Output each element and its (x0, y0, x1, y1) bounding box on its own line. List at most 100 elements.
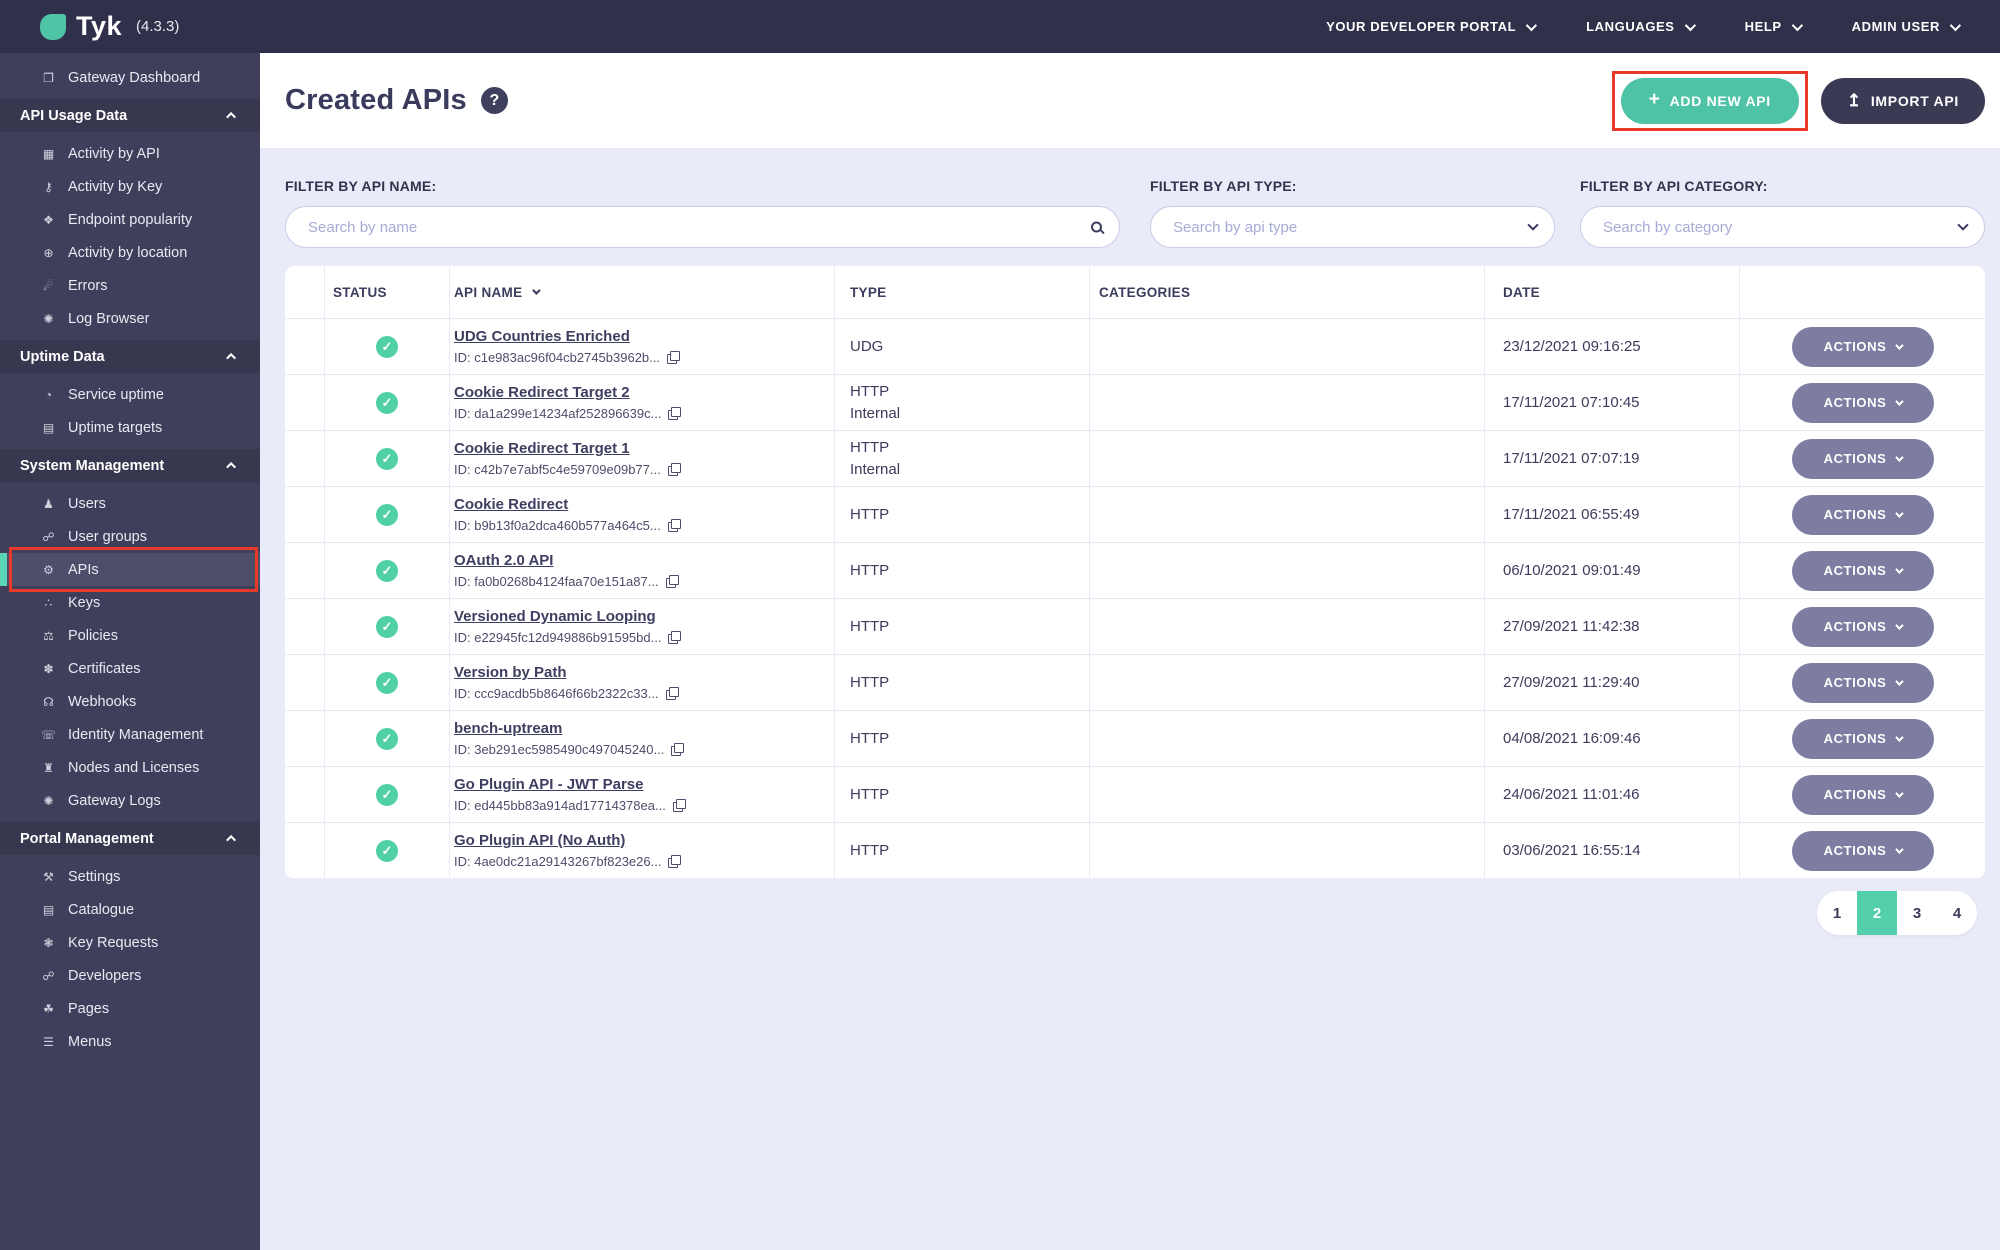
copy-icon[interactable] (671, 743, 685, 756)
api-id-text: ID: 3eb291ec5985490c497045240... (454, 742, 665, 757)
sidebar-item-errors[interactable]: ☄ Errors (0, 269, 260, 302)
actions-button[interactable]: ACTIONS (1791, 774, 1934, 815)
table-row: ✓ UDG Countries Enriched ID: c1e983ac96f… (285, 318, 1985, 374)
api-categories-cell (1090, 543, 1485, 598)
nav-developer-portal[interactable]: YOUR DEVELOPER PORTAL (1326, 19, 1538, 34)
status-active-icon: ✓ (376, 839, 398, 862)
sidebar-item-gateway-dashboard[interactable]: ❒ Gateway Dashboard (0, 61, 260, 94)
sidebar-item-activity-by-location[interactable]: ⊕ Activity by location (0, 236, 260, 269)
import-api-button[interactable]: ↥ IMPORT API (1820, 77, 1985, 124)
api-name-link[interactable]: Versioned Dynamic Looping (454, 608, 656, 625)
sidebar-item-apis[interactable]: ⚙ APIs (0, 547, 260, 592)
api-date-cell: 03/06/2021 16:55:14 (1485, 823, 1740, 878)
sidebar-item-policies[interactable]: ⚖ Policies (0, 619, 260, 652)
bell-icon: ☊ (43, 694, 54, 709)
chart-icon: ▦ (42, 146, 55, 161)
tyk-logo-icon (40, 13, 66, 40)
sidebar-item-keys[interactable]: ∴ Keys (0, 586, 260, 619)
actions-button[interactable]: ACTIONS (1791, 662, 1934, 703)
api-category-select[interactable] (1580, 206, 1985, 248)
sidebar-item-pages[interactable]: ☘ Pages (0, 992, 260, 1025)
copy-icon[interactable] (667, 463, 681, 476)
sidebar-item-key-requests[interactable]: ❃ Key Requests (0, 926, 260, 959)
sidebar-item-identity-management[interactable]: ☏ Identity Management (0, 718, 260, 751)
sidebar-item-webhooks[interactable]: ☊ Webhooks (0, 685, 260, 718)
column-header-type: TYPE (835, 266, 1090, 318)
copy-icon[interactable] (665, 687, 679, 700)
help-icon[interactable]: ? (480, 87, 508, 114)
sidebar-item-service-uptime[interactable]: ◔ Service uptime (0, 378, 260, 411)
sidebar-item-uptime-targets[interactable]: ▤ Uptime targets (0, 411, 260, 444)
copy-icon[interactable] (665, 575, 679, 588)
actions-button[interactable]: ACTIONS (1791, 830, 1934, 871)
sidebar-section-system-management[interactable]: System Management (0, 449, 260, 482)
api-name-link[interactable]: Version by Path (454, 664, 567, 681)
sidebar-item-settings[interactable]: ⚒ Settings (0, 860, 260, 893)
api-name-link[interactable]: bench-uptream (454, 720, 562, 737)
copy-icon[interactable] (672, 799, 686, 812)
api-name-link[interactable]: Cookie Redirect Target 1 (454, 440, 630, 457)
sidebar-item-users[interactable]: ♟ Users (0, 487, 260, 520)
column-header-api-name[interactable]: API NAME (450, 266, 835, 318)
api-date-cell: 27/09/2021 11:42:38 (1485, 599, 1740, 654)
sidebar-item-menus[interactable]: ☰ Menus (0, 1025, 260, 1058)
chevron-down-icon (1527, 219, 1539, 231)
nav-help[interactable]: HELP (1745, 19, 1803, 34)
sidebar-section-api-usage-data[interactable]: API Usage Data (0, 99, 260, 132)
row-blank-cell (285, 767, 325, 822)
api-type-text: UDG (850, 337, 884, 355)
actions-button[interactable]: ACTIONS (1791, 438, 1934, 479)
api-name-link[interactable]: Go Plugin API - JWT Parse (454, 776, 643, 793)
actions-button[interactable]: ACTIONS (1791, 550, 1934, 591)
sidebar-section-portal-management[interactable]: Portal Management (0, 822, 260, 855)
add-new-api-button[interactable]: + ADD NEW API (1620, 77, 1799, 124)
copy-icon[interactable] (668, 855, 682, 868)
sidebar-section-uptime-data[interactable]: Uptime Data (0, 340, 260, 373)
sidebar-item-developers[interactable]: ☍ Developers (0, 959, 260, 992)
api-name-link[interactable]: UDG Countries Enriched (454, 328, 630, 345)
sidebar-item-endpoint-popularity[interactable]: ❖ Endpoint popularity (0, 203, 260, 236)
status-active-icon: ✓ (376, 391, 398, 414)
api-name-search-input[interactable] (285, 206, 1120, 248)
actions-button[interactable]: ACTIONS (1791, 606, 1934, 647)
chevron-down-icon (1895, 508, 1905, 518)
api-name-link[interactable]: Go Plugin API (No Auth) (454, 832, 625, 849)
actions-button[interactable]: ACTIONS (1791, 718, 1934, 759)
copy-icon[interactable] (668, 407, 682, 420)
sidebar-item-log-browser[interactable]: ✺ Log Browser (0, 302, 260, 335)
sidebar-item-activity-by-api[interactable]: ▦ Activity by API (0, 137, 260, 170)
api-name-link[interactable]: Cookie Redirect Target 2 (454, 384, 630, 401)
status-cell: ✓ (325, 711, 450, 766)
page-button-3[interactable]: 3 (1897, 891, 1937, 935)
chevron-down-icon (1895, 452, 1905, 462)
table-row: ✓ Cookie Redirect Target 1 ID: c42b7e7ab… (285, 430, 1985, 486)
sidebar-item-certificates[interactable]: ✽ Certificates (0, 652, 260, 685)
actions-button[interactable]: ACTIONS (1791, 326, 1934, 367)
api-name-link[interactable]: Cookie Redirect (454, 496, 568, 513)
page-button-4[interactable]: 4 (1937, 891, 1977, 935)
chevron-down-icon (1895, 732, 1905, 742)
actions-button[interactable]: ACTIONS (1791, 382, 1934, 423)
sidebar-item-nodes-and-licenses[interactable]: ♜ Nodes and Licenses (0, 751, 260, 784)
page-button-1[interactable]: 1 (1817, 891, 1857, 935)
page-button-2[interactable]: 2 (1857, 891, 1897, 935)
api-id-text: ID: c1e983ac96f04cb2745b3962b... (454, 350, 661, 365)
api-name-link[interactable]: OAuth 2.0 API (454, 552, 553, 569)
status-cell: ✓ (325, 319, 450, 374)
actions-button[interactable]: ACTIONS (1791, 494, 1934, 535)
sidebar-item-catalogue[interactable]: ▤ Catalogue (0, 893, 260, 926)
api-name-cell: Cookie Redirect ID: b9b13f0a2dca460b577a… (450, 487, 835, 542)
api-type-select[interactable] (1150, 206, 1555, 248)
copy-icon[interactable] (667, 351, 681, 364)
sidebar-item-gateway-logs[interactable]: ✺ Gateway Logs (0, 784, 260, 817)
sidebar-item-activity-by-key[interactable]: ⚷ Activity by Key (0, 170, 260, 203)
sidebar-item-user-groups[interactable]: ☍ User groups (0, 520, 260, 553)
copy-icon[interactable] (668, 631, 682, 644)
nav-languages[interactable]: LANGUAGES (1586, 19, 1696, 34)
nav-admin-user[interactable]: ADMIN USER (1852, 19, 1962, 34)
upload-icon: ↥ (1846, 90, 1862, 110)
copy-icon[interactable] (667, 519, 681, 532)
chevron-down-icon (1895, 620, 1905, 630)
status-active-icon: ✓ (376, 671, 398, 694)
api-date-cell: 17/11/2021 06:55:49 (1485, 487, 1740, 542)
